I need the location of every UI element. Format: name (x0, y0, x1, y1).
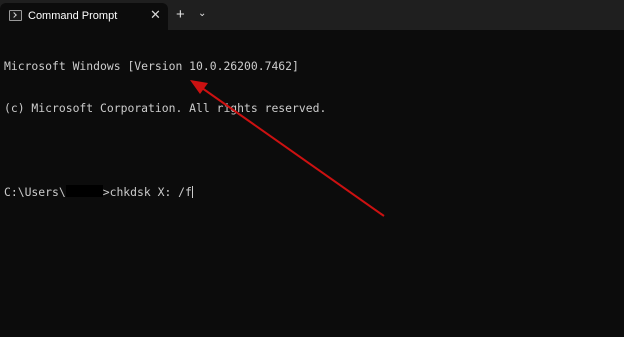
terminal-output[interactable]: Microsoft Windows [Version 10.0.26200.74… (4, 31, 620, 331)
redacted-username (65, 185, 103, 197)
close-icon[interactable]: ✕ (150, 8, 161, 22)
terminal-line: (c) Microsoft Corporation. All rights re… (4, 101, 327, 115)
command-prompt-window: Command Prompt ✕ + ⌄ Microsoft Windows [… (0, 0, 624, 337)
chevron-down-icon[interactable]: ⌄ (198, 8, 206, 20)
tab-title: Command Prompt (28, 10, 118, 22)
text-cursor (191, 186, 193, 198)
terminal-icon (9, 10, 22, 21)
command-line[interactable]: C:\Users\ >chkdsk X: /f (4, 185, 620, 199)
tab-command-prompt[interactable]: Command Prompt ✕ (0, 3, 168, 30)
command-text[interactable]: chkdsk X: /f (110, 185, 192, 199)
prompt-prefix: C:\Users\ (4, 185, 66, 199)
new-tab-button[interactable]: + (176, 7, 185, 22)
title-bar: Command Prompt ✕ + ⌄ (0, 0, 624, 30)
prompt-suffix: > (102, 185, 110, 199)
terminal-line: Microsoft Windows [Version 10.0.26200.74… (4, 59, 299, 73)
